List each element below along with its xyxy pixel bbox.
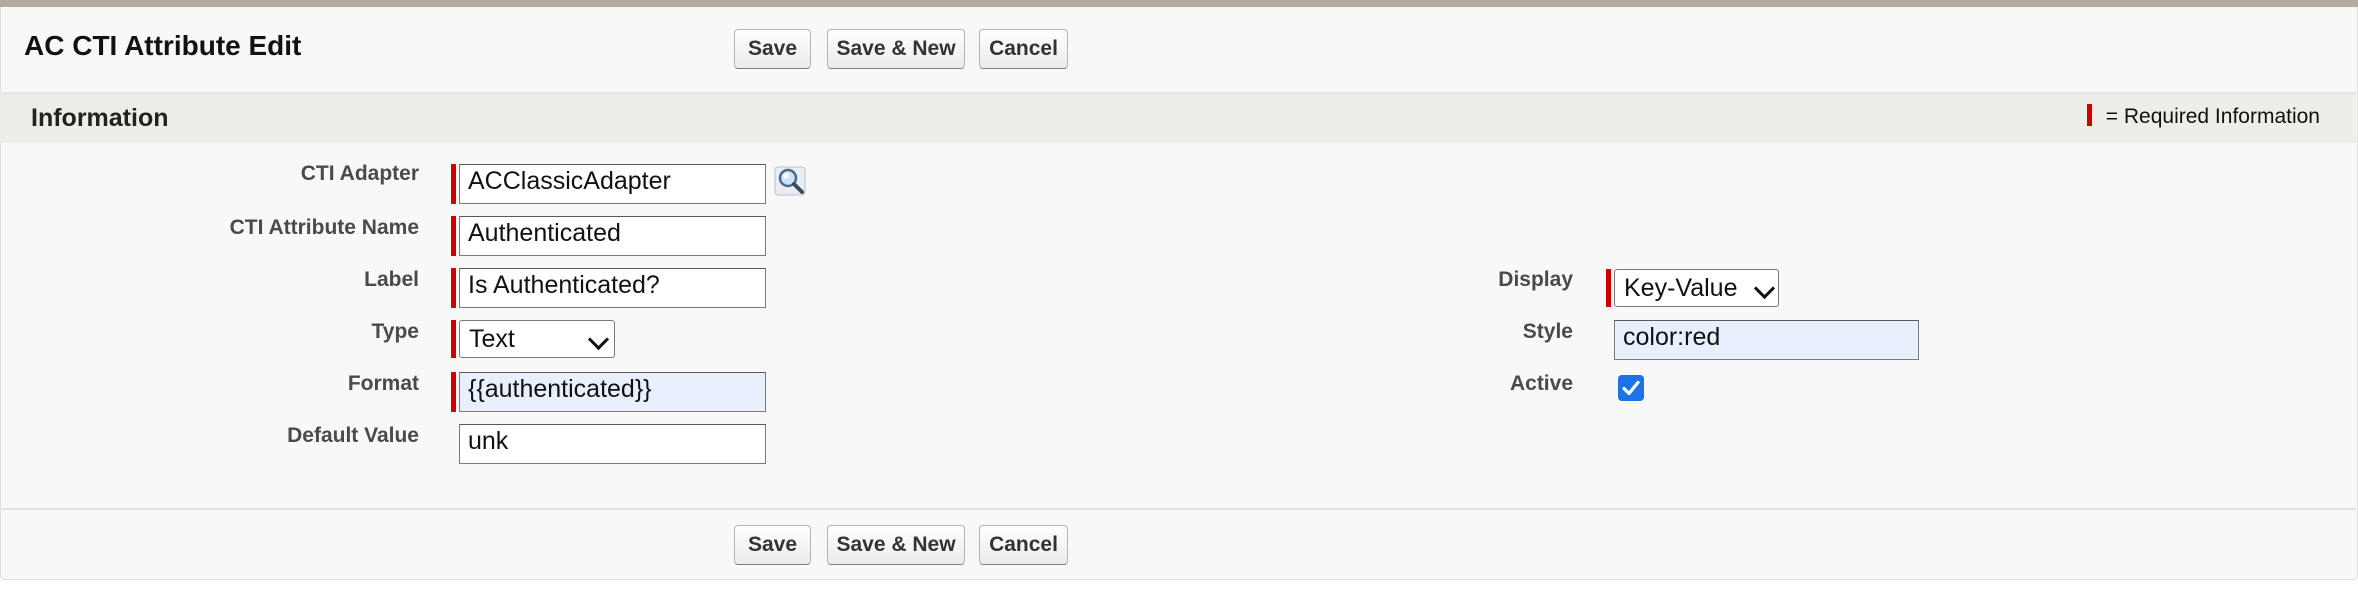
footer-divider (0, 508, 2356, 510)
save-and-new-button-top[interactable]: Save & New (827, 29, 965, 69)
label-required-bar (451, 268, 456, 308)
format-label: Format (347, 372, 419, 395)
type-required-bar (451, 320, 456, 358)
section-title: Information (31, 104, 169, 132)
default-value-input[interactable]: unk (459, 424, 766, 464)
chevron-down-icon (587, 328, 610, 351)
type-select[interactable]: Text (459, 320, 615, 358)
save-button-bottom[interactable]: Save (734, 525, 811, 565)
default-value-label: Default Value (287, 424, 419, 447)
required-indicator-icon (2086, 104, 2092, 126)
required-legend-text: = Required Information (2105, 105, 2320, 128)
style-input[interactable]: color:red (1614, 320, 1919, 360)
type-select-value: Text (469, 325, 515, 353)
chevron-down-icon (1753, 277, 1776, 300)
display-required-bar (1606, 269, 1611, 307)
save-and-new-button-bottom[interactable]: Save & New (827, 525, 965, 565)
display-select-value: Key-Value (1624, 274, 1738, 302)
required-legend: = Required Information (2086, 104, 2320, 129)
format-input[interactable]: {{authenticated}} (459, 372, 766, 412)
style-label: Style (1522, 320, 1573, 343)
active-checkbox[interactable] (1618, 375, 1644, 401)
active-label: Active (1509, 372, 1573, 395)
cti-adapter-input[interactable]: ACClassicAdapter (459, 164, 766, 204)
cti-adapter-label: CTI Adapter (300, 162, 419, 185)
lookup-magnifier-icon[interactable] (774, 165, 808, 197)
checkmark-icon (1622, 380, 1640, 396)
cti-adapter-required-bar (451, 164, 456, 204)
label-field-label: Label (364, 268, 419, 291)
top-accent-line (0, 0, 2358, 7)
cti-attribute-name-label: CTI Attribute Name (229, 216, 419, 239)
page-title: AC CTI Attribute Edit (24, 30, 302, 61)
save-button-top[interactable]: Save (734, 29, 811, 69)
section-header (0, 95, 2356, 143)
cti-attribute-name-input[interactable]: Authenticated (459, 216, 766, 256)
display-select[interactable]: Key-Value (1614, 269, 1779, 307)
cancel-button-bottom[interactable]: Cancel (979, 525, 1068, 565)
cancel-button-top[interactable]: Cancel (979, 29, 1068, 69)
format-required-bar (451, 372, 456, 412)
label-input[interactable]: Is Authenticated? (459, 268, 766, 308)
display-label: Display (1498, 268, 1573, 291)
type-label: Type (371, 320, 419, 343)
cti-attribute-name-required-bar (451, 216, 456, 256)
